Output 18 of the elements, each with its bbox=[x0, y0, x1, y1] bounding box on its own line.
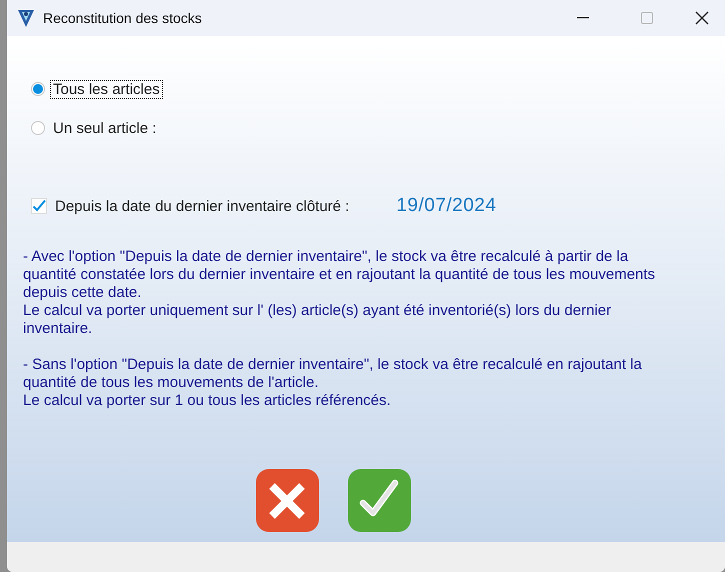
radio-label[interactable]: Un seul article : bbox=[50, 118, 160, 138]
radio-button[interactable] bbox=[31, 121, 45, 135]
explanation-paragraph: - Sans l'option "Depuis la date de dernier inventaire", le stock va être recalculé en rajoutant la quantité de tous les mouvements de l'article. bbox=[23, 356, 643, 392]
explanation-paragraph: Le calcul va porter uniquement sur l' (les) article(s) ayant été inventorié(s) lors du dernier inventaire. bbox=[23, 302, 612, 338]
radio-button[interactable] bbox=[31, 82, 45, 96]
minimize-icon bbox=[577, 17, 589, 19]
explanation-paragraph: Le calcul va porter sur 1 ou tous les articles référencés. bbox=[23, 392, 392, 410]
checkbox-label[interactable]: Depuis la date du dernier inventaire clôturé : bbox=[55, 198, 350, 214]
close-icon bbox=[695, 11, 709, 25]
maximize-icon bbox=[641, 12, 653, 24]
explanation-paragraph: - Avec l'option "Depuis la date de dernier inventaire", le stock va être recalculé à partir de la quantité constatée lors du dernier inventaire et en rajoutant la quantité de tous les mouvements depuis cette date. bbox=[23, 248, 656, 302]
cancel-button[interactable] bbox=[256, 469, 318, 532]
ok-button[interactable] bbox=[348, 469, 410, 532]
checkbox[interactable] bbox=[31, 198, 47, 214]
radio-label[interactable]: Tous les articles bbox=[50, 80, 163, 98]
window-title: Reconstitution des stocks bbox=[43, 10, 203, 26]
app-logo-icon bbox=[17, 8, 35, 28]
inventory-date: 19/07/2024 bbox=[396, 195, 496, 217]
